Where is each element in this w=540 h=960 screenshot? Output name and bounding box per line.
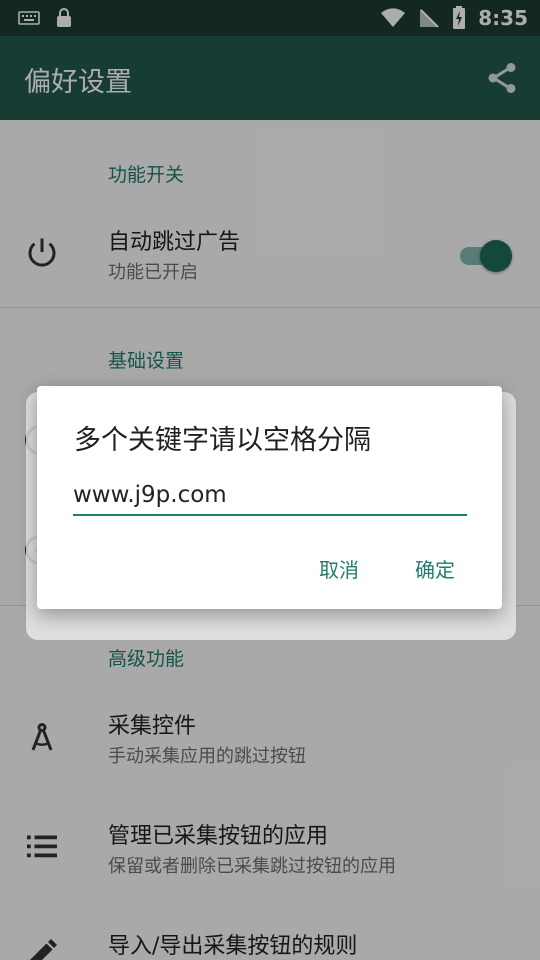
confirm-button[interactable]: 确定 [415,554,455,583]
dialog-title: 多个关键字请以空格分隔 [74,425,371,456]
cancel-button[interactable]: 取消 [319,554,359,583]
keyword-dialog: 多个关键字请以空格分隔 取消 确定 [37,386,502,609]
keyword-input[interactable] [73,476,467,516]
